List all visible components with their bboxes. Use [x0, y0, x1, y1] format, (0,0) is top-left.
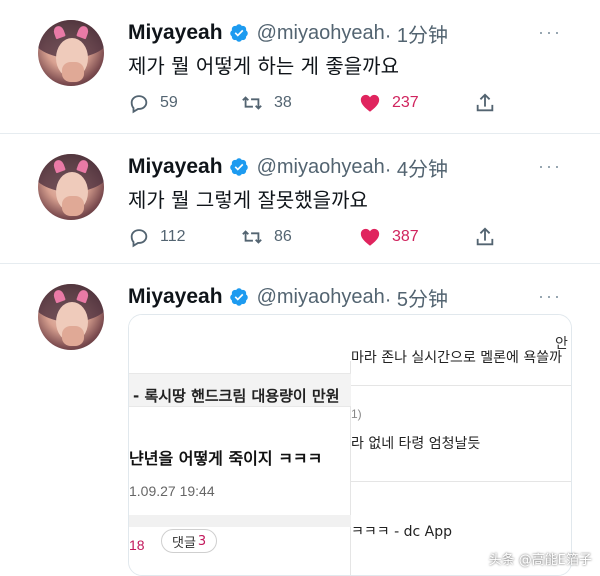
tweet-header: Miyayeah @miyaohyeah · 4分钟: [128, 152, 448, 182]
share-button[interactable]: [474, 224, 496, 250]
reply-button[interactable]: 112: [128, 224, 186, 250]
avatar[interactable]: [38, 154, 104, 220]
more-options-icon[interactable]: ···: [538, 156, 562, 177]
retweet-count: 38: [274, 94, 292, 111]
attached-image[interactable]: - 록시땅 핸드크림 대용량이 만원 냔년을 어떻게 죽이지 ㅋㅋㅋ 1.09.…: [128, 314, 572, 576]
avatar-hand: [62, 196, 84, 216]
tweet-header: Miyayeah @miyaohyeah · 5分钟: [128, 282, 448, 312]
timestamp[interactable]: · 5分钟: [385, 283, 448, 312]
share-icon: [476, 93, 494, 112]
retweet-icon: [242, 96, 262, 110]
verified-badge-icon: [229, 158, 248, 176]
retweet-button[interactable]: 86: [240, 224, 292, 250]
left-panel-title: - 록시땅 핸드크림 대용량이 만원: [133, 387, 340, 405]
timestamp[interactable]: · 1分钟: [385, 19, 448, 48]
verified-badge-icon: [229, 24, 248, 42]
share-icon: [476, 227, 494, 246]
tweet-header: Miyayeah @miyaohyeah · 1分钟: [128, 18, 448, 48]
retweet-button[interactable]: 38: [240, 90, 292, 116]
like-count: 387: [392, 228, 419, 245]
tweet-text: 제가 뭘 그렇게 잘못했을까요: [128, 188, 368, 212]
reply-count: 59: [160, 94, 178, 111]
comment-button: 댓글 3: [161, 529, 218, 553]
post-count: 18: [129, 537, 145, 553]
more-options-icon[interactable]: ···: [538, 22, 562, 43]
verified-badge-icon: [229, 288, 248, 306]
handle[interactable]: @miyaohyeah: [257, 286, 385, 309]
comment-count: 3: [197, 533, 207, 549]
share-button[interactable]: [474, 90, 496, 116]
timestamp[interactable]: · 4分钟: [385, 153, 448, 182]
tweet-1[interactable]: Miyayeah @miyaohyeah · 1分钟 ··· 제가 뭘 어떻게 …: [0, 0, 600, 134]
watermark: 头条 @高能E箔子: [488, 553, 592, 568]
post-date: 1.09.27 19:44: [129, 483, 215, 499]
like-button[interactable]: 387: [358, 224, 419, 250]
comment-line-2: 라 없네 타령 엄청날듯: [351, 436, 481, 452]
display-name[interactable]: Miyayeah: [128, 21, 223, 45]
divider: [351, 481, 571, 482]
display-name[interactable]: Miyayeah: [128, 155, 223, 179]
divider: [351, 385, 571, 386]
avatar-hand: [62, 326, 84, 346]
comment-line-1: 마라 존나 실시간으로 멜론에 욕쓸까: [351, 350, 562, 366]
reply-count: 112: [160, 228, 186, 245]
avatar-hand: [62, 62, 84, 82]
handle[interactable]: @miyaohyeah: [257, 156, 385, 179]
more-options-icon[interactable]: ···: [538, 286, 562, 307]
reply-icon: [130, 229, 148, 248]
tweet-actions: 112 86 387: [128, 224, 508, 250]
avatar[interactable]: [38, 284, 104, 350]
reply-button[interactable]: 59: [128, 90, 178, 116]
heart-icon: [360, 94, 380, 112]
screenshot-left-panel: - 록시땅 핸드크림 대용량이 만원 냔년을 어떻게 죽이지 ㅋㅋㅋ 1.09.…: [129, 315, 351, 575]
avatar[interactable]: [38, 20, 104, 86]
tweet-3[interactable]: Miyayeah @miyaohyeah · 5分钟 ··· - 록시땅 핸드크…: [0, 264, 600, 576]
comment-label: 댓글: [172, 535, 196, 551]
like-button[interactable]: 237: [358, 90, 419, 116]
divider: [129, 515, 351, 527]
retweet-count: 86: [274, 228, 292, 245]
handle[interactable]: @miyaohyeah: [257, 22, 385, 45]
left-panel-header: [129, 315, 351, 361]
screenshot-right-panel: 안 마라 존나 실시간으로 멜론에 욕쓸까 1) 라 없네 타령 엄청날듯 ㅋㅋ…: [351, 315, 571, 575]
tweet-2[interactable]: Miyayeah @miyaohyeah · 4分钟 ··· 제가 뭘 그렇게 …: [0, 134, 600, 264]
comment-line-3: ㅋㅋㅋ - dc App: [351, 524, 452, 540]
tweet-text: 제가 뭘 어떻게 하는 게 좋을까요: [128, 54, 399, 78]
post-title: 냔년을 어떻게 죽이지 ㅋㅋㅋ: [129, 449, 323, 468]
reply-icon: [130, 95, 148, 114]
comment-number: 1): [351, 407, 362, 421]
tweet-actions: 59 38 237: [128, 90, 508, 116]
retweet-icon: [242, 230, 262, 244]
like-count: 237: [392, 94, 419, 111]
display-name[interactable]: Miyayeah: [128, 285, 223, 309]
heart-icon: [360, 228, 380, 246]
